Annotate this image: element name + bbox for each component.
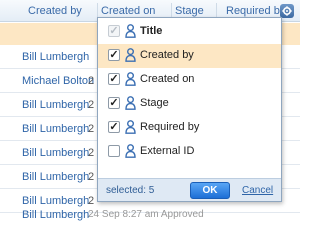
dropdown-footer: selected: 5 OK Cancel [98, 178, 281, 201]
column-option-required-by[interactable]: ✓ Required by [98, 116, 281, 140]
row-created-on: 2 [88, 147, 95, 159]
checkbox-checked[interactable]: ✓ [108, 121, 120, 133]
column-option-label: Stage [140, 97, 169, 109]
column-option-stage[interactable]: ✓ Stage [98, 92, 281, 116]
column-option-title: ✓ Title [98, 20, 281, 44]
ok-button[interactable]: OK [190, 182, 230, 199]
column-option-label: External ID [140, 145, 195, 157]
column-option-label: Created by [140, 49, 194, 61]
column-option-label: Required by [140, 121, 200, 133]
table-row[interactable]: Bill Lumbergh 24 Sep 8:27 am Approved [0, 209, 300, 236]
column-header-created-by[interactable]: Created by [28, 0, 82, 22]
row-created-on: 2 [88, 171, 95, 183]
row-date-and-stage: 24 Sep 8:27 am Approved [88, 209, 204, 220]
column-option-created-by[interactable]: ✓ Created by [98, 44, 281, 68]
user-icon [125, 72, 136, 86]
row-created-by[interactable]: Bill Lumbergh [22, 45, 89, 69]
selected-count: selected: 5 [106, 185, 155, 196]
row-created-on: 2 [88, 75, 95, 87]
row-created-by[interactable]: Michael Bolton [22, 69, 94, 93]
cancel-link[interactable]: Cancel [242, 179, 273, 202]
row-created-by[interactable]: Bill Lumbergh [22, 208, 89, 222]
user-icon [125, 144, 136, 158]
user-icon [125, 24, 136, 38]
column-chooser-dropdown: ✓ Title ✓ Created by ✓ Created on ✓ Stag… [97, 17, 282, 202]
checkbox-checked[interactable]: ✓ [108, 73, 120, 85]
user-icon [125, 48, 136, 62]
row-created-by[interactable]: Bill Lumbergh [22, 93, 89, 117]
row-created-by[interactable]: Bill Lumbergh [22, 165, 89, 189]
checkbox-unchecked[interactable] [108, 145, 120, 157]
checkbox-checked[interactable]: ✓ [108, 97, 120, 109]
checkbox-checked[interactable]: ✓ [108, 49, 120, 61]
row-created-on: 2 [88, 99, 95, 111]
column-option-created-on[interactable]: ✓ Created on [98, 68, 281, 92]
user-icon [125, 120, 136, 134]
checkbox-checked-disabled: ✓ [108, 25, 120, 37]
column-option-external-id[interactable]: External ID [98, 140, 281, 164]
row-created-on: 2 [88, 123, 95, 135]
column-option-label: Created on [140, 73, 195, 85]
user-icon [125, 96, 136, 110]
row-created-by[interactable]: Bill Lumbergh [22, 117, 89, 141]
column-chooser-gear-icon[interactable] [280, 4, 294, 18]
gear-icon [282, 6, 292, 16]
row-created-by[interactable]: Bill Lumbergh [22, 141, 89, 165]
column-option-label: Title [140, 25, 163, 37]
